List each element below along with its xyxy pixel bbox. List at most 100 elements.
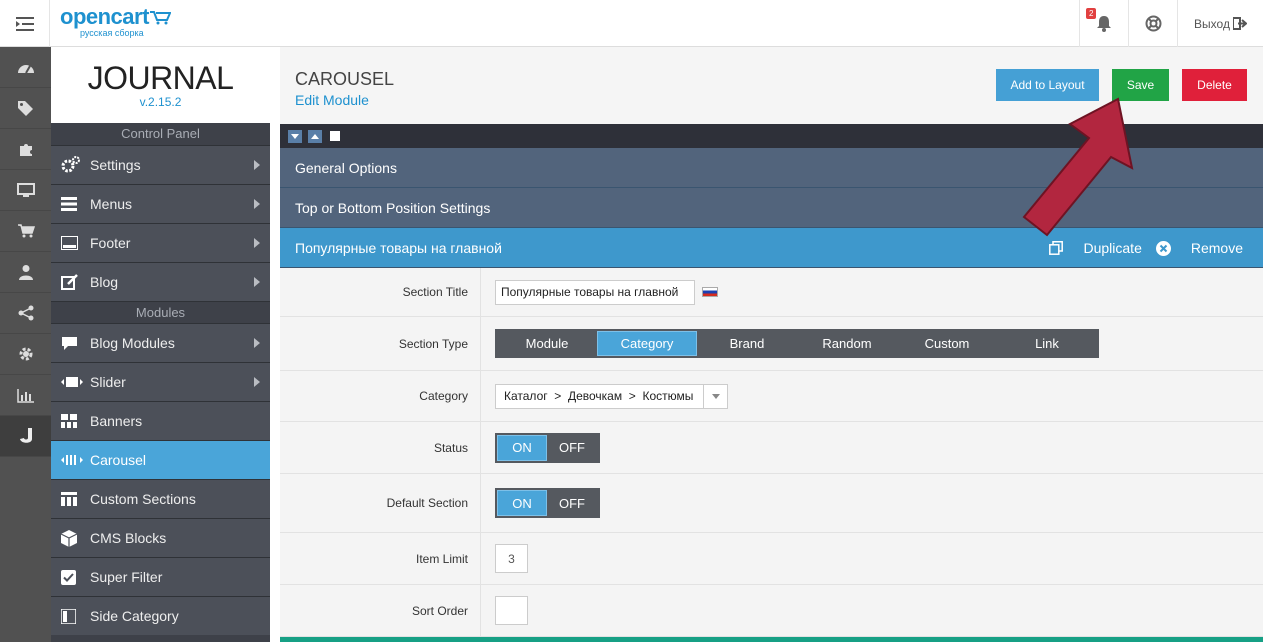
journal-nav[interactable]	[0, 416, 51, 457]
status-label: Status	[280, 422, 480, 473]
chevron-right-icon	[254, 338, 260, 348]
section-type-module[interactable]: Module	[497, 331, 597, 356]
category-select[interactable]: Каталог > Девочкам > Костюмы	[495, 383, 728, 409]
copy-icon	[1049, 241, 1064, 255]
sidebar-item-super-filter[interactable]: Super Filter	[51, 557, 270, 596]
sidebar-item-label: CMS Blocks	[90, 530, 167, 546]
item-limit-row: Item Limit 3	[280, 533, 1263, 585]
russian-flag-icon[interactable]	[702, 287, 718, 297]
status-off-option[interactable]: OFF	[547, 435, 597, 461]
comment-icon	[62, 336, 77, 350]
sidebar-item-label: Side Category	[90, 608, 179, 624]
logout-label: Выход	[1194, 16, 1230, 31]
sidebar-item-blog-modules[interactable]: Blog Modules	[51, 323, 270, 362]
remove-button[interactable]: Remove	[1155, 228, 1243, 268]
section-type-link[interactable]: Link	[997, 331, 1097, 356]
default-section-row: Default Section ON OFF	[280, 474, 1263, 533]
sidebar-item-cms-blocks[interactable]: CMS Blocks	[51, 518, 270, 557]
page-title: CAROUSEL	[295, 69, 395, 89]
extensions-nav[interactable]	[0, 129, 51, 170]
help-button[interactable]	[1128, 0, 1177, 47]
section-type-category[interactable]: Category	[597, 331, 697, 356]
dashboard-nav[interactable]	[0, 47, 51, 88]
sidebar-item-blog[interactable]: Blog	[51, 262, 270, 301]
sidebar-item-label: Blog Modules	[90, 335, 175, 351]
default-section-off-option[interactable]: OFF	[547, 490, 597, 516]
bell-icon	[1097, 16, 1111, 32]
select-square-button[interactable]	[330, 131, 340, 141]
delete-button[interactable]: Delete	[1182, 69, 1247, 101]
sidebar-item-label: Slider	[90, 374, 126, 390]
status-on-option[interactable]: ON	[497, 434, 547, 461]
edit-icon	[61, 274, 78, 290]
grid-icon	[61, 414, 77, 428]
duplicate-button[interactable]: Duplicate	[1049, 228, 1142, 268]
default-section-toggle[interactable]: ON OFF	[495, 488, 600, 518]
section-type-brand[interactable]: Brand	[697, 331, 797, 356]
sign-out-icon	[1232, 17, 1247, 30]
sidebar-item-carousel[interactable]: Carousel	[51, 440, 270, 479]
menu-toggle-icon	[15, 16, 34, 31]
sidebar-item-custom-sections[interactable]: Custom Sections	[51, 479, 270, 518]
logo-sub: русская сборка	[80, 28, 144, 38]
sidebar-item-footer[interactable]: Footer	[51, 223, 270, 262]
default-section-on-option[interactable]: ON	[497, 490, 547, 516]
tags-icon	[17, 101, 33, 116]
cube-icon	[61, 529, 77, 547]
chevron-right-icon	[254, 377, 260, 387]
reports-nav[interactable]	[0, 375, 51, 416]
sidebar-item-settings[interactable]: Settings	[51, 145, 270, 184]
edit-module-link[interactable]: Edit Module	[295, 92, 369, 108]
item-limit-input[interactable]: 3	[495, 544, 528, 573]
position-settings-panel[interactable]: Top or Bottom Position Settings	[280, 188, 1263, 228]
footer-icon	[61, 236, 78, 250]
sales-nav[interactable]	[0, 211, 51, 252]
cog-icon	[19, 347, 32, 361]
logout-button[interactable]: Выход	[1177, 0, 1263, 47]
category-row: Category Каталог > Девочкам > Костюмы	[280, 371, 1263, 422]
top-bar: opencart русская сборка 2 Выход	[0, 0, 1263, 47]
catalog-nav[interactable]	[0, 88, 51, 129]
sidebar-item-banners[interactable]: Banners	[51, 401, 270, 440]
bottom-accent-bar	[280, 637, 1263, 642]
chevron-right-icon	[254, 199, 260, 209]
collapse-all-button[interactable]	[288, 129, 302, 143]
marketing-nav[interactable]	[0, 293, 51, 334]
sidebar-item-side-category[interactable]: Side Category	[51, 596, 270, 635]
section-title-label: Section Title	[280, 268, 480, 316]
section-heading-control-panel: Control Panel	[51, 123, 270, 145]
journal-sidebar: JOURNAL v.2.15.2 Control Panel Settings …	[51, 47, 270, 642]
default-section-label: Default Section	[280, 474, 480, 532]
sort-order-input[interactable]	[495, 596, 528, 625]
section-type-random[interactable]: Random	[797, 331, 897, 356]
chevron-right-icon	[254, 160, 260, 170]
design-nav[interactable]	[0, 170, 51, 211]
monitor-icon	[16, 182, 35, 197]
section-title-input[interactable]: Популярные товары на главной	[495, 279, 695, 305]
expand-all-button[interactable]	[308, 129, 322, 143]
opencart-logo[interactable]: opencart русская сборка	[60, 6, 171, 38]
save-button[interactable]: Save	[1112, 69, 1169, 101]
status-toggle[interactable]: ON OFF	[495, 432, 600, 463]
section-type-label: Section Type	[280, 317, 480, 370]
add-to-layout-button[interactable]: Add to Layout	[996, 69, 1099, 101]
menu-toggle-button[interactable]	[0, 0, 50, 47]
section-title-row: Section Title Популярные товары на главн…	[280, 268, 1263, 317]
general-options-panel[interactable]: General Options	[280, 148, 1263, 188]
main-content: CAROUSEL Edit Module Add to Layout Save …	[280, 47, 1263, 642]
section-panel-header[interactable]: Популярные товары на главной Duplicate R…	[280, 228, 1263, 268]
remove-label: Remove	[1190, 240, 1243, 256]
sidebar-item-menus[interactable]: Menus	[51, 184, 270, 223]
sidebar-item-label: Settings	[90, 157, 141, 173]
bars-icon	[61, 197, 77, 211]
status-row: Status ON OFF	[280, 422, 1263, 474]
sidebar-item-slider[interactable]: Slider	[51, 362, 270, 401]
sidebar-item-label: Blog	[90, 274, 119, 290]
system-nav[interactable]	[0, 334, 51, 375]
customers-nav[interactable]	[0, 252, 51, 293]
section-type-custom[interactable]: Custom	[897, 331, 997, 356]
sort-order-label: Sort Order	[280, 585, 480, 636]
section-type-row: Section Type Module Category Brand Rando…	[280, 317, 1263, 371]
notifications-button[interactable]: 2	[1079, 0, 1128, 47]
journal-title: JOURNAL	[87, 60, 234, 96]
